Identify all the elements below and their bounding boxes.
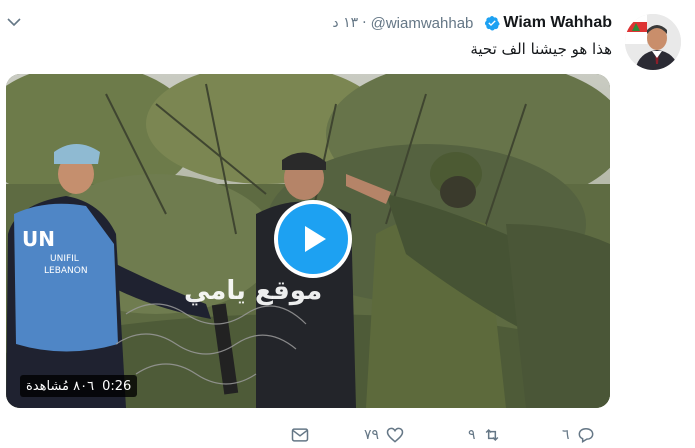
retweet-count: ٩ — [468, 427, 476, 443]
reply-icon — [578, 427, 593, 443]
vest-label-lebanon: LEBANON — [44, 266, 88, 276]
author-handle[interactable]: @wiamwahhab — [371, 15, 474, 32]
chevron-down-icon[interactable] — [6, 14, 22, 30]
avatar-image — [625, 14, 681, 70]
like-count: ٧٩ — [364, 427, 380, 443]
envelope-icon — [291, 428, 309, 442]
tweet-time[interactable]: ١٣ د — [332, 15, 358, 31]
reply-button[interactable]: ٦ — [562, 424, 596, 446]
verified-badge-icon — [485, 16, 501, 31]
view-count: ٨٠٦ مُشاهدة — [26, 378, 95, 394]
tweet-header: ١٣ د · @wiamwahhab Wiam Wahhab — [332, 12, 612, 34]
tweet: ١٣ د · @wiamwahhab Wiam Wahhab هذا هو جي… — [0, 0, 695, 448]
avatar[interactable] — [625, 14, 681, 70]
heart-icon — [386, 427, 404, 443]
like-button[interactable]: ٧٩ — [364, 424, 405, 446]
play-button[interactable] — [274, 200, 352, 278]
play-icon — [305, 226, 326, 252]
author-name[interactable]: Wiam Wahhab — [503, 14, 612, 32]
vest-label-un: UN — [22, 227, 55, 251]
vest-label-unifil: UNIFIL — [50, 254, 79, 264]
reply-count: ٦ — [562, 427, 570, 443]
retweet-button[interactable]: ٩ — [468, 424, 502, 446]
retweet-icon — [485, 428, 498, 442]
video-info-badge: ٨٠٦ مُشاهدة 0:26 — [20, 375, 138, 397]
video-player[interactable]: UN UNIFIL LEBANON موقع يامي ٨٠٦ مُشاهدة … — [6, 74, 610, 408]
video-watermark: موقع يامي — [184, 276, 323, 306]
tweet-actions: ٧٩ ٩ ٦ — [290, 424, 620, 446]
separator-dot: · — [362, 15, 367, 31]
direct-message-button[interactable] — [290, 424, 310, 446]
video-duration: 0:26 — [102, 378, 132, 394]
tweet-text: هذا هو جيشنا الف تحية — [470, 40, 612, 58]
